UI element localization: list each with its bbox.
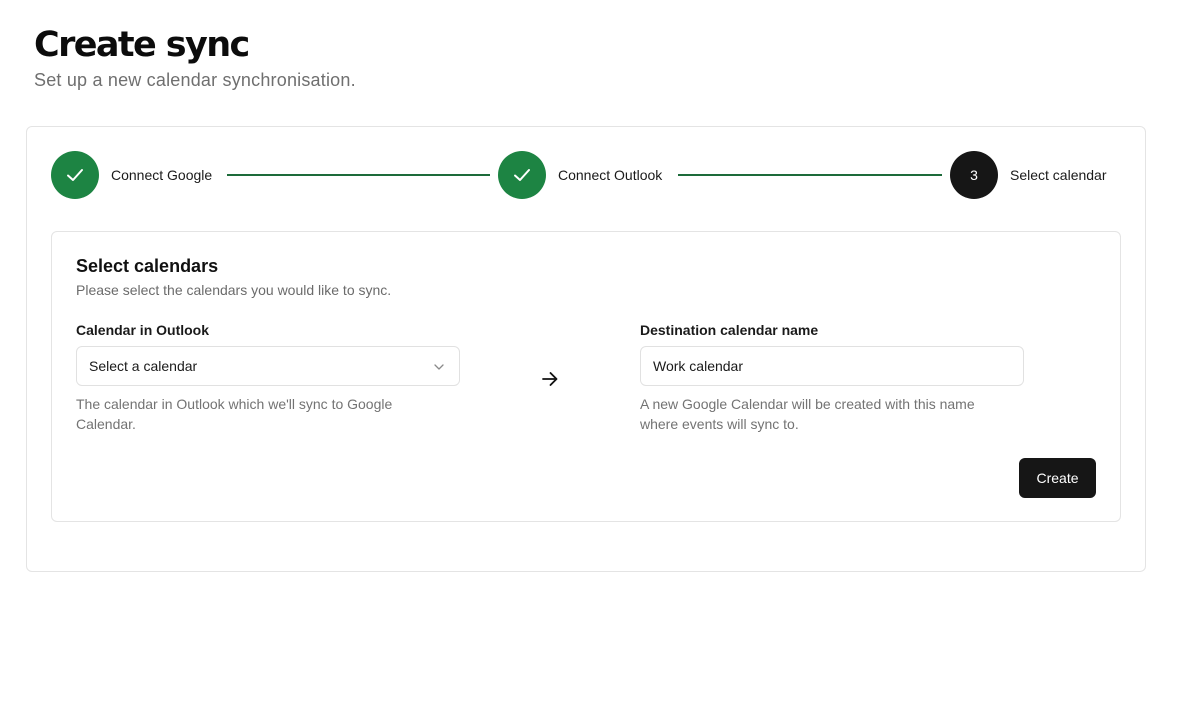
- destination-calendar-label: Destination calendar name: [640, 322, 819, 338]
- section-description: Please select the calendars you would li…: [76, 282, 392, 298]
- step-2-complete-indicator: [498, 151, 546, 199]
- check-icon: [514, 169, 530, 181]
- step-3-current-indicator: 3: [950, 151, 998, 199]
- step-1-label: Connect Google: [111, 167, 213, 183]
- chevron-down-icon: [434, 364, 444, 370]
- step-2-connector: [678, 174, 942, 176]
- page-title: Create sync: [34, 25, 250, 65]
- section-title: Select calendars: [76, 256, 219, 276]
- source-calendar-label: Calendar in Outlook: [76, 322, 210, 338]
- select-calendars-panel: Select calendars Please select the calen…: [51, 231, 1121, 522]
- check-icon: [67, 169, 83, 181]
- arrow-right-icon: [542, 372, 558, 386]
- source-calendar-help: The calendar in Outlook which we'll sync…: [76, 396, 393, 432]
- destination-calendar-name-input[interactable]: [640, 346, 1024, 386]
- page-subtitle: Set up a new calendar synchronisation.: [34, 70, 356, 90]
- create-sync-card: Connect Google Connect Outlook 3 Select …: [26, 126, 1146, 572]
- source-calendar-select-value: Select a calendar: [89, 358, 198, 374]
- create-button[interactable]: Create: [1019, 458, 1096, 498]
- source-calendar-select[interactable]: Select a calendar: [76, 346, 460, 386]
- destination-calendar-help: A new Google Calendar will be created wi…: [640, 396, 975, 432]
- step-1-complete-indicator: [51, 151, 99, 199]
- step-3-label: Select calendar: [1010, 167, 1107, 183]
- stepper: Connect Google Connect Outlook 3 Select …: [51, 151, 1121, 199]
- step-1-connector: [227, 174, 490, 176]
- step-2-label: Connect Outlook: [558, 167, 663, 183]
